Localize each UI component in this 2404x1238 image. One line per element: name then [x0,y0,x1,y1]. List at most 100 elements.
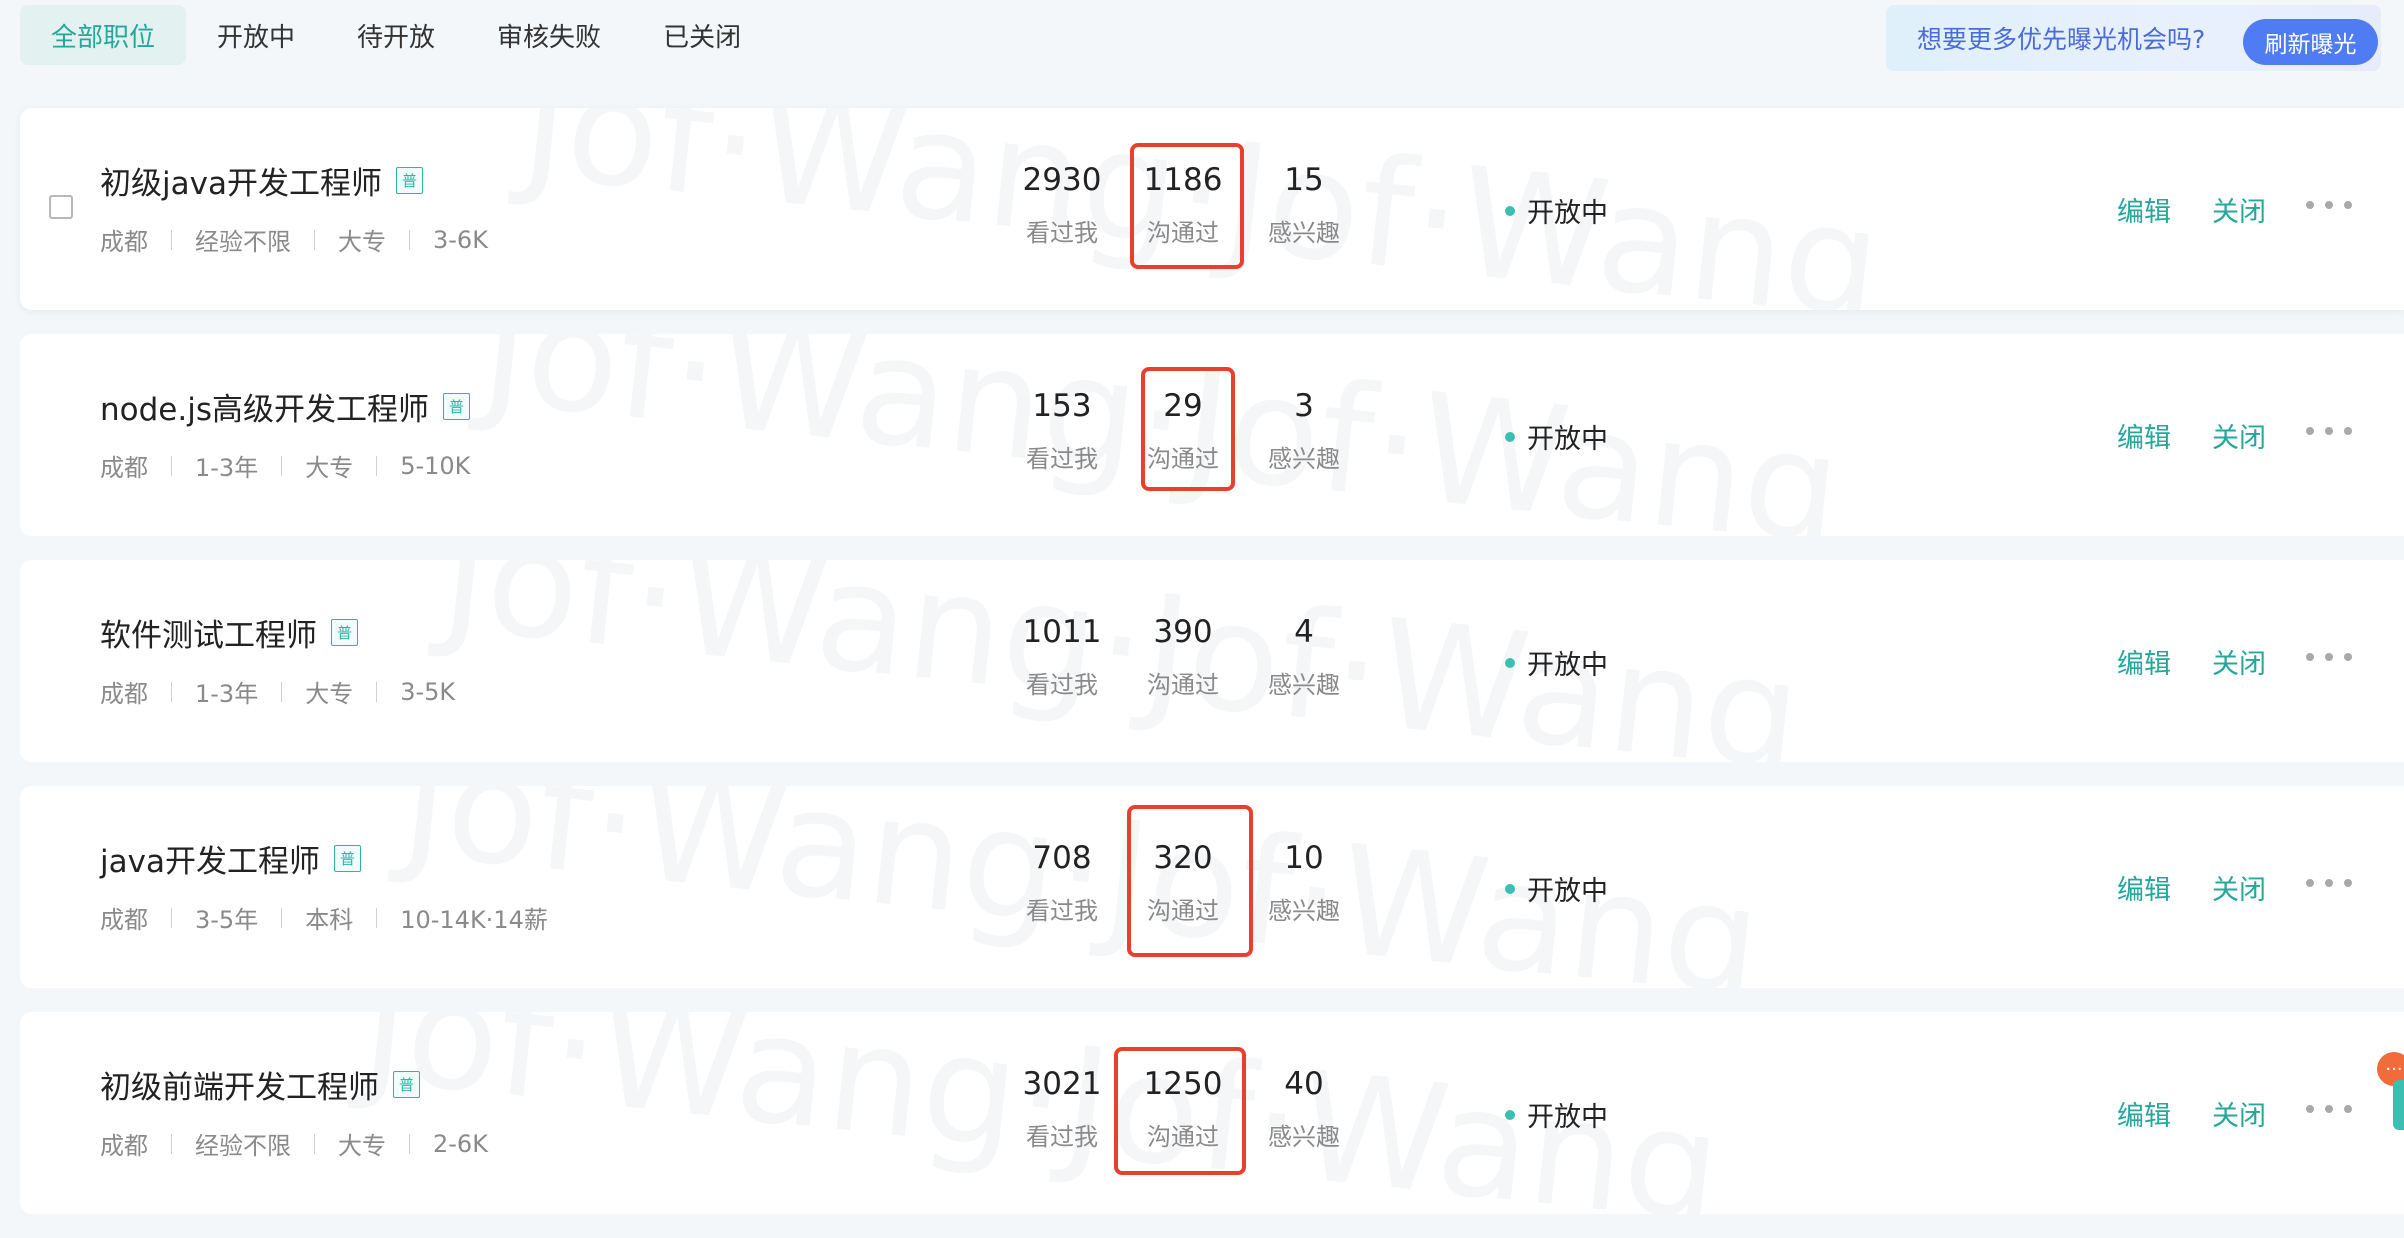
ordinary-job-badge: 普 [442,393,470,420]
job-title[interactable]: node.js高级开发工程师 [100,384,429,429]
edit-job-button[interactable]: 编辑 [2117,190,2171,229]
job-title[interactable]: java开发工程师 [100,836,320,881]
job-meta: 成都 经验不限 大专 3-6K [100,222,488,257]
stat-interest[interactable]: 15 感兴趣 [1254,160,1354,248]
divider [171,1133,172,1154]
edit-job-button[interactable]: 编辑 [2117,642,2171,681]
stat-views[interactable]: 1011 看过我 [1012,612,1112,700]
job-city: 成都 [100,680,148,708]
edit-job-button[interactable]: 编辑 [2117,1094,2171,1133]
more-dot [2325,1105,2333,1113]
job-status: 开放中 [1505,191,1608,230]
stat-views-label: 看过我 [1026,219,1098,247]
stat-chats[interactable]: 320 沟通过 [1133,838,1233,926]
promo-text: 想要更多优先曝光机会吗? [1917,25,2206,54]
job-experience: 经验不限 [195,1132,291,1160]
edit-job-button[interactable]: 编辑 [2117,868,2171,907]
more-dot [2344,653,2352,661]
divider [314,1133,315,1154]
close-job-button[interactable]: 关闭 [2212,190,2266,229]
stat-interest-label: 感兴趣 [1268,897,1340,925]
divider [281,455,283,476]
stat-views-count: 2930 [1022,162,1102,198]
ordinary-job-badge: 普 [395,167,423,194]
stat-views-label: 看过我 [1026,445,1098,473]
status-dot-icon [1505,657,1515,668]
stat-views-label: 看过我 [1026,897,1098,925]
tab-open[interactable]: 开放中 [186,5,326,65]
close-job-button[interactable]: 关闭 [2212,642,2266,681]
stat-interest[interactable]: 40 感兴趣 [1254,1064,1354,1152]
stat-interest[interactable]: 3 感兴趣 [1254,386,1354,474]
stat-chats[interactable]: 29 沟通过 [1133,386,1233,474]
stat-chats-label: 沟通过 [1147,445,1219,473]
stat-views-count: 153 [1032,388,1092,424]
stat-chats[interactable]: 1186 沟通过 [1133,160,1233,248]
more-horizontal-icon[interactable] [2306,416,2352,446]
job-education: 本科 [305,906,354,934]
stat-views[interactable]: 2930 看过我 [1012,160,1112,248]
job-card[interactable]: Jof·Wang·Jof·Wang node.js高级开发工程师普成都 1-3年 大专… [20,334,2404,536]
more-dot [2306,653,2314,661]
close-job-button[interactable]: 关闭 [2212,416,2266,455]
stat-chats[interactable]: 1250 沟通过 [1133,1064,1233,1152]
job-city: 成都 [100,906,148,934]
stat-views[interactable]: 3021 看过我 [1012,1064,1112,1152]
job-card[interactable]: Jof·Wang·Jof·Wang 初级前端开发工程师普成都 经验不限 大专 2-6K 3… [20,1012,2404,1214]
job-card[interactable]: Jof·Wang·Jof·Wang 初级java开发工程师普成都 经验不限 大专 3-6… [20,108,2404,310]
job-city: 成都 [100,1132,148,1160]
job-card[interactable]: Jof·Wang·Jof·Wang 软件测试工程师普成都 1-3年 大专 3-5K 101… [20,560,2404,762]
stat-interest[interactable]: 10 感兴趣 [1254,838,1354,926]
stat-interest-label: 感兴趣 [1268,1123,1340,1151]
divider [376,455,378,476]
stat-interest-label: 感兴趣 [1268,671,1340,699]
job-status: 开放中 [1505,869,1608,908]
stat-interest-label: 感兴趣 [1268,445,1340,473]
tab-all-jobs[interactable]: 全部职位 [20,5,187,65]
stat-views-label: 看过我 [1026,1123,1098,1151]
stat-views[interactable]: 153 看过我 [1012,386,1112,474]
stat-chats[interactable]: 390 沟通过 [1133,612,1233,700]
job-experience: 3-5年 [195,906,259,934]
ordinary-job-badge: 普 [331,619,358,646]
job-card[interactable]: Jof·Wang·Jof·Wang java开发工程师普成都 3-5年 本科 10-14… [20,786,2404,988]
divider [281,907,283,928]
job-select-checkbox[interactable] [49,195,73,219]
exposure-promo-banner: 想要更多优先曝光机会吗? 刷新曝光 [1886,5,2381,71]
stat-interest-count: 40 [1284,1066,1324,1102]
more-dot [2344,201,2352,209]
close-job-button[interactable]: 关闭 [2212,868,2266,907]
divider [409,229,410,250]
stat-views[interactable]: 708 看过我 [1012,838,1112,926]
job-salary: 5-10K [400,451,471,480]
more-dot [2306,427,2314,435]
stat-interest[interactable]: 4 感兴趣 [1254,612,1354,700]
chat-widget-handle[interactable] [2393,1080,2404,1130]
close-job-button[interactable]: 关闭 [2212,1094,2266,1133]
more-horizontal-icon[interactable] [2306,642,2352,672]
stat-chats-label: 沟通过 [1147,219,1219,247]
job-title[interactable]: 初级java开发工程师 [100,158,382,203]
stat-views-count: 1011 [1022,614,1102,650]
job-status-label: 开放中 [1527,198,1608,229]
more-dot [2344,879,2352,887]
stat-interest-label: 感兴趣 [1268,219,1340,247]
divider [171,907,172,928]
tab-closed[interactable]: 已关闭 [632,5,772,65]
more-horizontal-icon[interactable] [2306,1094,2352,1124]
more-horizontal-icon[interactable] [2306,190,2352,220]
edit-job-button[interactable]: 编辑 [2117,416,2171,455]
more-horizontal-icon[interactable] [2306,868,2352,898]
job-title[interactable]: 初级前端开发工程师 [100,1062,379,1107]
job-title[interactable]: 软件测试工程师 [100,610,317,655]
more-dot [2306,1105,2314,1113]
status-dot-icon [1505,205,1515,216]
job-list: Jof·Wang·Jof·Wang 初级java开发工程师普成都 经验不限 大专 3-6… [20,108,2404,1238]
refresh-exposure-button[interactable]: 刷新曝光 [2243,19,2378,65]
tab-review-failed[interactable]: 审核失败 [466,5,632,65]
job-status-label: 开放中 [1527,650,1608,681]
tab-pending[interactable]: 待开放 [326,5,466,65]
stat-chats-label: 沟通过 [1147,897,1219,925]
stat-chats-count: 390 [1153,614,1213,650]
job-status-label: 开放中 [1527,876,1608,907]
